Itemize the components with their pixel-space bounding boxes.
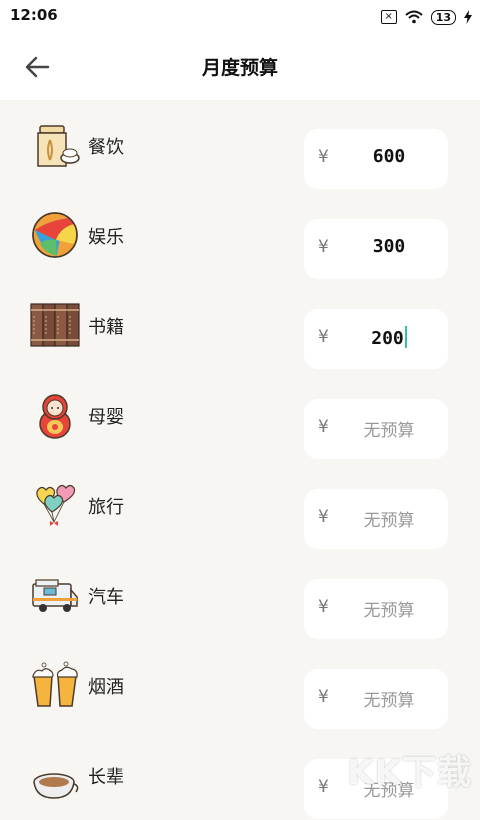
budget-row-maternity: 母婴 ¥ 无预算 <box>0 370 480 460</box>
currency-symbol: ¥ <box>318 687 329 707</box>
books-icon <box>30 303 80 347</box>
watermark: KK下载 <box>347 753 472 793</box>
budget-row-car: 汽车 ¥ 无预算 <box>0 550 480 640</box>
currency-symbol: ¥ <box>318 507 329 527</box>
header: 月度预算 <box>0 34 480 100</box>
matryoshka-doll-icon <box>39 394 71 439</box>
category-label: 汽车 <box>88 587 124 608</box>
category-label: 书籍 <box>88 317 124 338</box>
charging-bolt-icon <box>464 10 472 24</box>
budget-amount-input[interactable]: ¥ 无预算 <box>304 579 448 639</box>
budget-row-travel: 旅行 ¥ 无预算 <box>0 460 480 550</box>
coffee-cup-icon <box>33 773 79 799</box>
budget-amount-placeholder: 无预算 <box>363 601 415 621</box>
budget-amount-input[interactable]: ¥ 300 <box>304 219 448 279</box>
status-bar: 12:06 × 13 <box>0 0 480 34</box>
category-label: 长辈 <box>88 767 124 788</box>
budget-amount-placeholder: 无预算 <box>363 421 415 441</box>
beer-mugs-icon <box>32 661 78 707</box>
currency-symbol: ¥ <box>318 597 329 617</box>
currency-symbol: ¥ <box>318 417 329 437</box>
budget-amount-placeholder: 无预算 <box>363 691 415 711</box>
category-label: 娱乐 <box>88 227 124 248</box>
budget-amount-value: 300 <box>372 236 406 257</box>
category-label: 烟酒 <box>88 677 124 698</box>
text-caret <box>404 326 407 348</box>
battery-indicator: 13 <box>430 9 456 25</box>
budget-amount-value: 200 <box>340 326 438 349</box>
budget-amount-text: 200 <box>371 328 404 349</box>
category-label: 餐饮 <box>88 137 124 158</box>
budget-amount-input[interactable]: ¥ 无预算 <box>304 669 448 729</box>
category-label: 母婴 <box>88 407 124 428</box>
currency-symbol: ¥ <box>318 147 329 167</box>
budget-row-dining: 餐饮 ¥ 600 <box>0 100 480 190</box>
budget-amount-input[interactable]: ¥ 无预算 <box>304 399 448 459</box>
budget-row-entertainment: 娱乐 ¥ 300 <box>0 190 480 280</box>
rice-sack-icon <box>37 125 80 167</box>
camper-van-icon <box>32 579 78 612</box>
beach-ball-icon <box>32 212 78 258</box>
status-icons: × 13 <box>380 7 472 27</box>
currency-symbol: ¥ <box>318 237 329 257</box>
budget-amount-input[interactable]: ¥ 200 <box>304 309 448 369</box>
budget-row-books: 书籍 ¥ 200 <box>0 280 480 370</box>
sim-off-icon: × <box>380 10 397 24</box>
currency-symbol: ¥ <box>318 777 329 797</box>
page-title: 月度预算 <box>201 57 278 79</box>
heart-balloons-icon <box>36 484 76 526</box>
budget-amount-value: 600 <box>372 146 406 167</box>
budget-amount-input[interactable]: ¥ 无预算 <box>304 489 448 549</box>
category-label: 旅行 <box>88 497 124 518</box>
budget-amount-input[interactable]: ¥ 600 <box>304 129 448 189</box>
status-time: 12:06 <box>10 6 58 24</box>
budget-row-tobacco-alcohol: 烟酒 ¥ 无预算 <box>0 640 480 730</box>
currency-symbol: ¥ <box>318 327 329 347</box>
budget-amount-placeholder: 无预算 <box>363 511 415 531</box>
wifi-icon <box>405 10 423 24</box>
